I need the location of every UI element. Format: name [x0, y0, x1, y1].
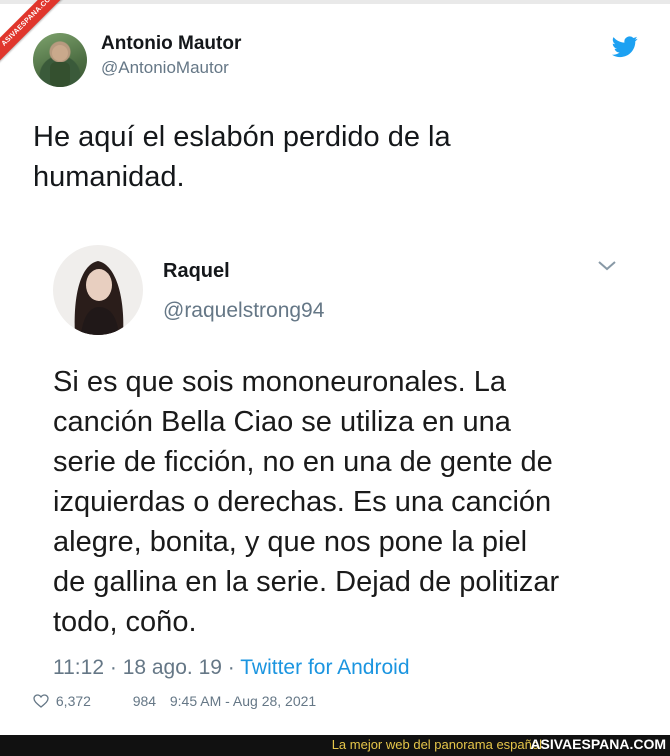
person-icon: [50, 45, 70, 87]
author-name[interactable]: Antonio Mautor: [101, 33, 241, 55]
chevron-down-icon[interactable]: [596, 259, 618, 273]
quoted-text-line: de gallina en la serie. Dejad de politiz…: [53, 566, 560, 598]
author-handle[interactable]: @AntonioMautor: [101, 58, 229, 78]
meta-separator: ·: [109, 656, 117, 679]
quoted-tweet-text: Si es que sois mononeuronales. La canció…: [53, 362, 633, 642]
quoted-time: 11:12: [53, 656, 104, 679]
meta-separator: ·: [227, 656, 235, 679]
tweet-text-line: humanidad.: [33, 161, 185, 193]
footer-slogan: La mejor web del panorama español: [331, 737, 542, 752]
quoted-tweet-screenshot[interactable]: Raquel @raquelstrong94 Si es que sois mo…: [33, 235, 638, 655]
tweet-timestamp[interactable]: 9:45 AM - Aug 28, 2021: [170, 693, 316, 709]
quoted-text-line: alegre, bonita, y que nos pone la piel: [53, 526, 528, 558]
footer-bar: La mejor web del panorama español ASIVAE…: [0, 735, 670, 756]
quoted-source-link[interactable]: Twitter for Android: [240, 656, 409, 679]
quoted-date: 18 ago. 19: [122, 656, 222, 679]
tweet-frame: Antonio Mautor @AntonioMautor He aquí el…: [0, 0, 670, 735]
quoted-author-avatar[interactable]: [53, 245, 143, 335]
quoted-text-line: todo, coño.: [53, 606, 197, 638]
quoted-tweet-meta: 11:12 · 18 ago. 19 · Twitter for Android: [53, 656, 410, 680]
twitter-bird-icon[interactable]: [612, 36, 638, 58]
person-icon: [74, 261, 124, 335]
quoted-author-handle[interactable]: @raquelstrong94: [163, 299, 324, 323]
footer-site-name[interactable]: ASIVAESPANA.COM: [530, 736, 666, 752]
like-count[interactable]: 6,372: [56, 693, 91, 709]
tweet-text: He aquí el eslabón perdido de la humanid…: [33, 117, 633, 197]
quoted-text-line: canción Bella Ciao se utiliza en una: [53, 406, 511, 438]
retweet-count[interactable]: 984: [133, 693, 156, 709]
heart-icon[interactable]: [33, 694, 49, 708]
quoted-text-line: izquierdas o derechas. Es una canción: [53, 486, 552, 518]
quoted-text-line: serie de ficción, no en una de gente de: [53, 446, 553, 478]
author-avatar[interactable]: [33, 33, 87, 87]
tweet-text-line: He aquí el eslabón perdido de la: [33, 121, 451, 153]
tweet-stats: 6,372 984 9:45 AM - Aug 28, 2021: [33, 693, 316, 709]
frame-border: [0, 0, 670, 4]
quoted-author-name[interactable]: Raquel: [163, 260, 230, 283]
quoted-text-line: Si es que sois mononeuronales. La: [53, 366, 507, 398]
